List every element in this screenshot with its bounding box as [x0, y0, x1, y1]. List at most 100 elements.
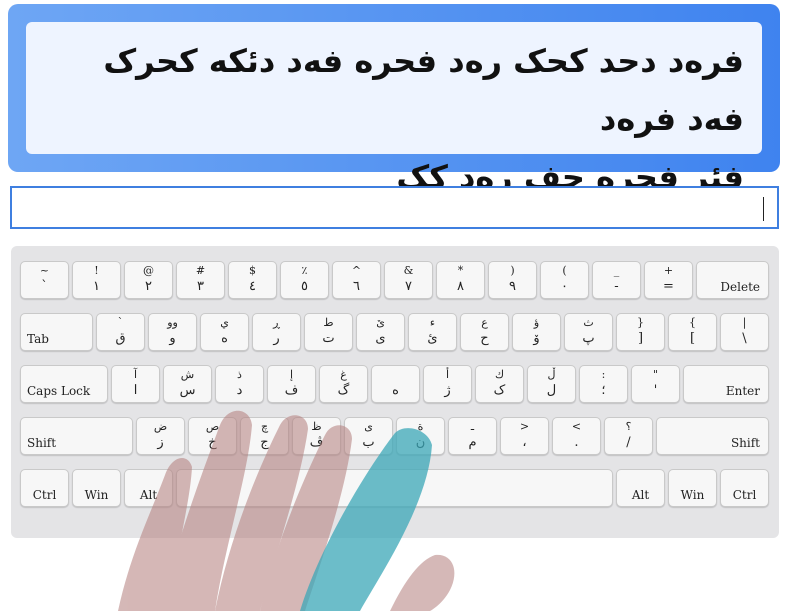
key-0-10[interactable]: (٠ [540, 261, 589, 299]
key-base-char: ل [546, 383, 557, 398]
key-shift-char: ؤ [533, 316, 540, 329]
key-0-11[interactable]: _ - [592, 261, 641, 299]
key-0-5[interactable]: ٪ ٥ [280, 261, 329, 299]
key-1-13[interactable]: | \ [720, 313, 769, 351]
key-2-8[interactable]: كک [475, 365, 524, 403]
key-shift-char: ٪ [301, 264, 308, 277]
key-shift-char: ~ [39, 264, 50, 277]
shift-key[interactable]: Shift [656, 417, 769, 455]
key-base-char: ، [522, 435, 527, 450]
key-2-7[interactable]: أژ [423, 365, 472, 403]
key-base-char: ] [637, 331, 644, 346]
key-0-7[interactable]: & ٧ [384, 261, 433, 299]
key-base-char: خ [208, 435, 217, 450]
key-shift-char: ؟ [625, 420, 632, 433]
key-2-5[interactable]: غگ [319, 365, 368, 403]
key-0-2[interactable]: @٢ [124, 261, 173, 299]
key-base-char: ؛ [601, 383, 606, 398]
key-3-7[interactable]: ـم [448, 417, 497, 455]
key-shift-char: ڵ [547, 368, 556, 381]
key-3-6[interactable]: ةن [396, 417, 445, 455]
text-caret [762, 197, 764, 221]
key-1-9[interactable]: ؤۆ [512, 313, 561, 351]
key-label: Win [680, 488, 705, 502]
shift-key[interactable]: Shift [20, 417, 133, 455]
key-shift-char: | [742, 316, 747, 329]
key-1-8[interactable]: عح [460, 313, 509, 351]
caps-lock-key[interactable]: Caps Lock [20, 365, 108, 403]
key-3-4[interactable]: ظڤ [292, 417, 341, 455]
key-shift-char: ^ [351, 264, 362, 277]
key-base-char: \ [742, 331, 747, 346]
key-base-char: ٧ [405, 279, 412, 294]
win-key[interactable]: Win [72, 469, 121, 507]
key-shift-char: * [457, 264, 464, 277]
win-key[interactable]: Win [668, 469, 717, 507]
key-base-char: ڤ [309, 435, 324, 450]
key-0-4[interactable]: $٤ [228, 261, 277, 299]
key-2-9[interactable]: ڵل [527, 365, 576, 403]
ctrl-key[interactable]: Ctrl [20, 469, 69, 507]
key-2-6[interactable]: ه [371, 365, 420, 403]
enter-key[interactable]: Enter [683, 365, 769, 403]
typing-input[interactable] [10, 186, 779, 229]
key-2-10[interactable]: : ؛ [579, 365, 628, 403]
key-shift-char: أ [445, 368, 450, 381]
key-base-char: / [626, 435, 631, 450]
key-0-0[interactable]: ~ ` [20, 261, 69, 299]
space-key[interactable] [176, 469, 613, 507]
key-base-char: . [574, 435, 579, 450]
delete-key[interactable]: Delete [696, 261, 769, 299]
key-label: Shift [27, 436, 57, 450]
key-shift-char: ة [417, 420, 424, 433]
key-base-char: ک [493, 383, 506, 398]
key-base-char: ف [284, 383, 299, 398]
key-3-9[interactable]: <. [552, 417, 601, 455]
key-shift-char: وو [167, 316, 178, 329]
key-2-3[interactable]: ذد [215, 365, 264, 403]
tab-key[interactable]: Tab [20, 313, 93, 351]
key-0-12[interactable]: + = [644, 261, 693, 299]
key-base-char: ز [157, 435, 164, 450]
key-shift-char: ك [494, 368, 505, 381]
key-shift-char: ى [364, 420, 373, 433]
key-1-6[interactable]: ێی [356, 313, 405, 351]
key-0-1[interactable]: ! ١ [72, 261, 121, 299]
key-shift-char: + [663, 264, 674, 277]
key-label: Caps Lock [27, 384, 91, 398]
key-3-8[interactable]: > ، [500, 417, 549, 455]
key-1-1[interactable]: ` ق [96, 313, 145, 351]
key-3-5[interactable]: ىب [344, 417, 393, 455]
key-3-2[interactable]: صخ [188, 417, 237, 455]
key-1-5[interactable]: طت [304, 313, 353, 351]
key-base-char: ی [375, 331, 386, 346]
key-1-4[interactable]: ڕر [252, 313, 301, 351]
key-3-10[interactable]: ؟ / [604, 417, 653, 455]
prompt-line-1: فرەد دحد کحک رەد فحره فەد دئکه کحرک فەد … [103, 42, 744, 138]
key-0-6[interactable]: ^ ٦ [332, 261, 381, 299]
key-1-3[interactable]: يە [200, 313, 249, 351]
key-base-char: س [179, 383, 196, 398]
key-1-10[interactable]: ثپ [564, 313, 613, 351]
key-2-2[interactable]: شس [163, 365, 212, 403]
key-3-1[interactable]: ضز [136, 417, 185, 455]
key-0-8[interactable]: * ٨ [436, 261, 485, 299]
alt-key[interactable]: Alt [616, 469, 665, 507]
key-shift-char: إ [289, 368, 294, 381]
key-1-2[interactable]: وو و [148, 313, 197, 351]
key-2-11[interactable]: " ' [631, 365, 680, 403]
ctrl-key[interactable]: Ctrl [720, 469, 769, 507]
alt-key[interactable]: Alt [124, 469, 173, 507]
key-3-3[interactable]: چج [240, 417, 289, 455]
key-2-1[interactable]: آا [111, 365, 160, 403]
key-1-7[interactable]: ءئ [408, 313, 457, 351]
key-1-11[interactable]: }] [616, 313, 665, 351]
key-1-12[interactable]: {[ [668, 313, 717, 351]
key-0-9[interactable]: ) ٩ [488, 261, 537, 299]
key-shift-char: ط [323, 316, 334, 329]
key-0-3[interactable]: #٣ [176, 261, 225, 299]
prompt-panel: فرەد دحد کحک رەد فحره فەد دئکه کحرک فەد … [8, 4, 780, 196]
key-2-4[interactable]: إف [267, 365, 316, 403]
key-shift-char: $ [249, 264, 256, 277]
key-shift-char: } [637, 316, 644, 329]
